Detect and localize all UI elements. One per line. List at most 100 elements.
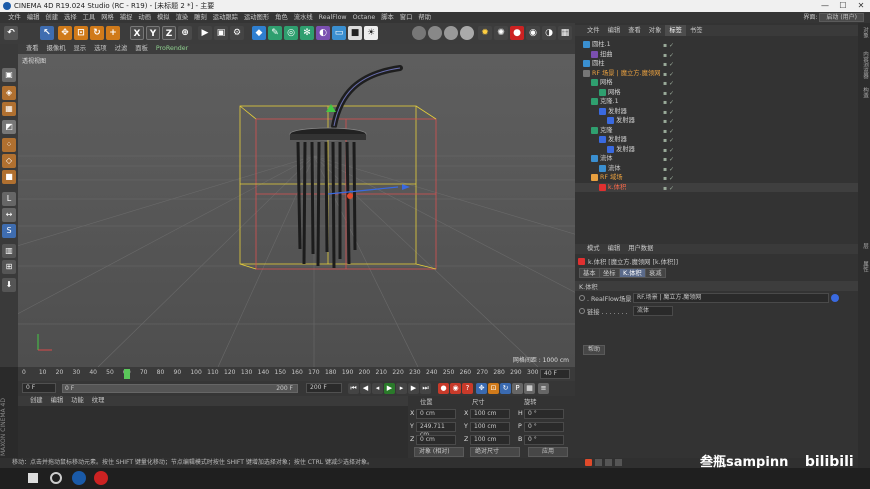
close-button[interactable]: ✕ — [853, 0, 869, 12]
make-editable-icon[interactable]: ▣ — [2, 68, 16, 82]
octane-record-icon[interactable]: ● — [510, 26, 524, 40]
side-tab-content-browser[interactable]: 内容浏览器 — [859, 51, 869, 79]
coordinate-system-icon[interactable]: ⊕ — [178, 26, 192, 40]
position-z-field[interactable]: 0 cm — [416, 435, 456, 445]
tab-kvolume[interactable]: K.体积 — [619, 268, 646, 278]
workplane-icon[interactable]: ◩ — [2, 120, 16, 134]
deformer-icon[interactable]: ◐ — [316, 26, 330, 40]
object-row[interactable]: 圆柱.1 ▪ ✓ — [575, 40, 858, 50]
layout-dropdown[interactable]: 启动 (用户) — [819, 13, 864, 22]
object-menu-item[interactable]: 对象 — [645, 25, 666, 36]
pen-icon[interactable]: ✎ — [268, 26, 282, 40]
end-frame-field[interactable]: 40 F — [540, 369, 570, 379]
link-field[interactable]: 流体 — [633, 306, 673, 316]
rotate-icon[interactable]: ↻ — [90, 26, 104, 40]
live-select-icon[interactable]: ↖ — [40, 26, 54, 40]
object-row[interactable]: 流体 ▪ ✓ — [575, 164, 858, 174]
c4d-taskbar-icon[interactable] — [72, 471, 86, 485]
key-position-icon[interactable]: ✥ — [476, 383, 487, 394]
texture-mode-icon[interactable]: ▦ — [2, 102, 16, 116]
viewport-menu-item[interactable]: ProRender — [152, 44, 192, 54]
attribute-menu-item[interactable]: 用户数据 — [624, 244, 657, 254]
object-row[interactable]: 网格 ▪ ✓ — [575, 78, 858, 88]
object-row[interactable]: 网格 ▪ ✓ — [575, 88, 858, 98]
position-x-field[interactable]: 0 cm — [416, 409, 456, 419]
menu-item[interactable]: 流水线 — [291, 12, 316, 23]
attribute-menu-item[interactable]: 模式 — [583, 244, 604, 254]
next-frame-icon[interactable]: ▸ — [396, 383, 407, 394]
object-menu-item[interactable]: 编辑 — [604, 25, 625, 36]
object-row[interactable]: 发射器 ▪ ✓ — [575, 145, 858, 155]
material-menu-item[interactable]: 创建 — [26, 396, 47, 406]
render-view-icon[interactable]: ▶ — [198, 26, 212, 40]
tab-falloff[interactable]: 衰减 — [645, 268, 666, 278]
menu-item[interactable]: 网格 — [98, 12, 117, 23]
coord-mode-dropdown[interactable]: 对象 (相对) — [414, 447, 464, 457]
menu-item[interactable]: 运动图形 — [241, 12, 272, 23]
menu-item[interactable]: 文件 — [5, 12, 24, 23]
move-icon[interactable]: ✥ — [58, 26, 72, 40]
autokey-icon[interactable]: ◉ — [450, 383, 461, 394]
polygons-mode-icon[interactable]: ■ — [2, 170, 16, 184]
object-menu-item[interactable]: 查看 — [624, 25, 645, 36]
model-mode-icon[interactable]: ◈ — [2, 86, 16, 100]
octane-grid-icon[interactable]: ▦ — [558, 26, 572, 40]
minimize-button[interactable]: — — [817, 0, 833, 12]
array-icon[interactable]: ✻ — [300, 26, 314, 40]
tray-icon[interactable] — [605, 459, 612, 466]
side-tab-layers[interactable]: 层 — [859, 243, 869, 249]
menu-item[interactable]: 角色 — [272, 12, 291, 23]
object-menu-item[interactable]: 书签 — [686, 25, 707, 36]
material-menu-item[interactable]: 纹理 — [88, 396, 109, 406]
prev-frame-icon[interactable]: ◂ — [372, 383, 383, 394]
viewport-menu-item[interactable]: 查看 — [22, 44, 43, 54]
attribute-menu-item[interactable]: 编辑 — [604, 244, 625, 254]
lock-workplane-icon[interactable]: ▥ — [2, 244, 16, 258]
key-param-icon[interactable]: P — [512, 383, 523, 394]
tab-basic[interactable]: 基本 — [579, 268, 600, 278]
menu-item[interactable]: 雕刻 — [191, 12, 210, 23]
rotation-p-field[interactable]: 0 ° — [524, 422, 564, 432]
menu-item[interactable]: 模拟 — [154, 12, 173, 23]
tray-icon[interactable] — [595, 459, 602, 466]
anim-dot-icon[interactable] — [579, 308, 585, 314]
octane-camera-icon[interactable]: ◉ — [526, 26, 540, 40]
viewport-menu-item[interactable]: 选项 — [90, 44, 111, 54]
material-menu-item[interactable]: 功能 — [67, 396, 88, 406]
menu-item[interactable]: RealFlow — [316, 12, 350, 23]
menu-item[interactable]: 运动跟踪 — [210, 12, 241, 23]
object-row[interactable]: 扭曲 ▪ ✓ — [575, 50, 858, 60]
viewport-menu-item[interactable]: 过滤 — [111, 44, 132, 54]
octane-settings-icon[interactable]: ✺ — [494, 26, 508, 40]
go-to-end-icon[interactable]: ⏭ — [420, 383, 431, 394]
points-mode-icon[interactable]: ⁘ — [2, 138, 16, 152]
light-icon[interactable]: ☀ — [364, 26, 378, 40]
go-to-start-icon[interactable]: ⏮ — [348, 383, 359, 394]
perspective-viewport[interactable]: 透视视图 网格间距 : 1000 cm — [18, 54, 575, 367]
menu-item[interactable]: Octane — [350, 12, 379, 23]
scale-icon[interactable]: ⊡ — [74, 26, 88, 40]
object-row[interactable]: RF 域场 ▪ ✓ — [575, 173, 858, 183]
timeline-ruler[interactable]: 0102030405060708090100110120130140150160… — [18, 367, 575, 381]
object-row[interactable]: 发射器 ▪ ✓ — [575, 107, 858, 117]
arrow-down-icon[interactable]: ⬇ — [2, 278, 16, 292]
octane-sphere-icon[interactable] — [412, 26, 426, 40]
anim-dot-icon[interactable] — [579, 295, 585, 301]
tab-coord[interactable]: 坐标 — [599, 268, 620, 278]
y-axis-icon[interactable]: Y — [146, 26, 160, 40]
object-row[interactable]: 发射器 ▪ ✓ — [575, 116, 858, 126]
planar-workplane-icon[interactable]: ⊞ — [2, 260, 16, 274]
size-y-field[interactable]: 100 cm — [470, 422, 510, 432]
maximize-button[interactable]: ☐ — [835, 0, 851, 12]
edges-mode-icon[interactable]: ◇ — [2, 154, 16, 168]
octane-sun-icon[interactable]: ✹ — [478, 26, 492, 40]
viewport-menu-item[interactable]: 摄像机 — [43, 44, 70, 54]
object-row[interactable]: 克隆 ▪ ✓ — [575, 126, 858, 136]
object-row[interactable]: 克隆.1 ▪ ✓ — [575, 97, 858, 107]
menu-item[interactable]: 动画 — [135, 12, 154, 23]
side-tab-objects[interactable]: 对象 — [859, 27, 869, 38]
object-menu-item[interactable]: 文件 — [583, 25, 604, 36]
menu-item[interactable]: 捕捉 — [117, 12, 136, 23]
object-row[interactable]: 流体 ▪ ✓ — [575, 154, 858, 164]
snap-icon[interactable]: S — [2, 224, 16, 238]
